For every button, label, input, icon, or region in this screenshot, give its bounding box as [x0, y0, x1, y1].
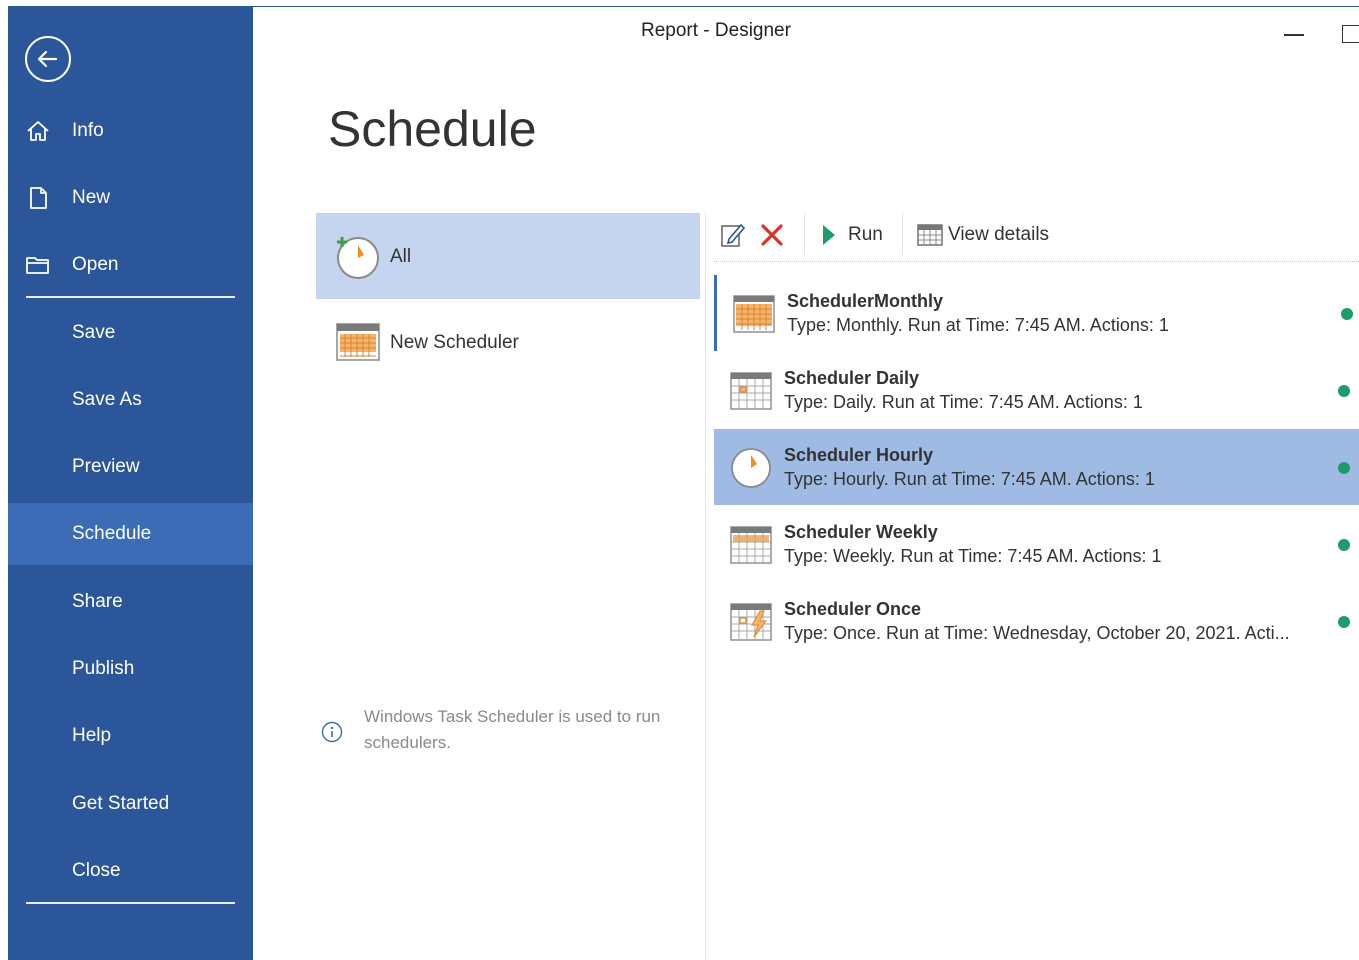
- sidebar-item-save[interactable]: Save: [8, 302, 253, 364]
- edit-icon[interactable]: [719, 221, 747, 249]
- toolbar-separator: [902, 213, 903, 255]
- sidebar-item-label: Save: [72, 322, 116, 343]
- back-button[interactable]: [25, 36, 71, 82]
- sidebar-item-save-as[interactable]: Save As: [8, 369, 253, 431]
- new-document-icon: [30, 187, 47, 209]
- play-icon: [823, 225, 835, 245]
- sidebar-item-schedule[interactable]: Schedule: [8, 503, 253, 565]
- clock-icon: [731, 448, 771, 488]
- sidebar-divider: [26, 902, 235, 904]
- status-dot: [1338, 616, 1350, 628]
- sidebar-item-preview[interactable]: Preview: [8, 436, 253, 498]
- info-icon: [321, 721, 343, 743]
- sidebar-item-label: Preview: [72, 456, 140, 477]
- minimize-button[interactable]: [1284, 34, 1304, 36]
- sidebar-divider: [26, 296, 235, 298]
- sidebar-item-label: Open: [72, 254, 119, 275]
- scheduler-name: Scheduler Weekly: [784, 522, 938, 542]
- sidebar-item-help[interactable]: Help: [8, 705, 253, 767]
- filter-all[interactable]: All: [316, 213, 700, 299]
- run-button[interactable]: Run: [816, 219, 896, 251]
- scheduler-row-daily[interactable]: Scheduler Daily Type: Daily. Run at Time…: [714, 352, 1359, 428]
- calendar-once-icon: [730, 603, 772, 641]
- sidebar-item-open[interactable]: Open: [8, 234, 253, 296]
- calendar-icon: [336, 323, 380, 361]
- clock-add-icon: [337, 237, 379, 279]
- sidebar-item-label: Get Started: [72, 793, 170, 814]
- scheduler-name: Scheduler Hourly: [784, 445, 934, 465]
- scheduler-toolbar: Run View details: [714, 213, 1359, 263]
- scheduler-name: Scheduler Once: [784, 599, 922, 619]
- view-details-label: View details: [948, 224, 1050, 245]
- sidebar-item-label: Info: [72, 120, 104, 141]
- page-title: Schedule: [328, 101, 537, 157]
- sidebar-item-info[interactable]: Info: [8, 100, 253, 162]
- sidebar-item-publish[interactable]: Publish: [8, 638, 253, 700]
- sidebar-item-label: Schedule: [72, 523, 152, 544]
- sidebar-item-label: Help: [72, 725, 112, 746]
- sidebar-item-label: Publish: [72, 658, 135, 679]
- status-dot: [1341, 308, 1353, 320]
- scheduler-description: Type: Daily. Run at Time: 7:45 AM. Actio…: [784, 392, 1143, 412]
- sidebar-item-share[interactable]: Share: [8, 571, 253, 633]
- sidebar-item-label: Share: [72, 591, 123, 612]
- backstage-sidebar: Info New Open Save Save As Preview Sched…: [8, 7, 253, 960]
- calendar-monthly-icon: [733, 295, 775, 333]
- scheduler-description: Type: Weekly. Run at Time: 7:45 AM. Acti…: [784, 546, 1162, 566]
- filter-new-scheduler-label: New Scheduler: [390, 332, 519, 353]
- toolbar-bottom-border: [714, 261, 1359, 262]
- scheduler-description: Type: Hourly. Run at Time: 7:45 AM. Acti…: [784, 469, 1155, 489]
- scheduler-name: Scheduler Daily: [784, 368, 920, 388]
- scheduler-description: Type: Once. Run at Time: Wednesday, Octo…: [784, 623, 1290, 643]
- scheduler-description: Type: Monthly. Run at Time: 7:45 AM. Act…: [787, 315, 1169, 335]
- scheduler-row-monthly[interactable]: SchedulerMonthly Type: Monthly. Run at T…: [714, 275, 1359, 351]
- info-note-text: Windows Task Scheduler is used to run sc…: [364, 707, 661, 752]
- scheduler-row-once[interactable]: Scheduler Once Type: Once. Run at Time: …: [714, 583, 1359, 659]
- window-title: Report - Designer: [641, 20, 791, 41]
- sidebar-item-close[interactable]: Close: [8, 840, 253, 902]
- scheduler-row-hourly[interactable]: Scheduler Hourly Type: Hourly. Run at Ti…: [714, 429, 1359, 505]
- calendar-daily-icon: [730, 372, 772, 410]
- delete-icon[interactable]: [758, 221, 786, 249]
- filter-new-scheduler[interactable]: New Scheduler: [316, 310, 700, 376]
- calendar-details-icon: [917, 224, 943, 246]
- scheduler-name: SchedulerMonthly: [787, 291, 944, 311]
- maximize-button[interactable]: [1342, 25, 1359, 43]
- status-dot: [1338, 539, 1350, 551]
- sidebar-item-label: New: [72, 187, 111, 208]
- sidebar-item-label: Save As: [72, 389, 142, 410]
- calendar-weekly-icon: [730, 526, 772, 564]
- filter-all-label: All: [390, 246, 412, 267]
- run-label: Run: [848, 224, 883, 245]
- arrow-left-icon: [37, 50, 58, 68]
- home-icon: [27, 121, 49, 141]
- status-dot: [1338, 462, 1350, 474]
- panel-divider: [705, 213, 706, 960]
- scheduler-row-weekly[interactable]: Scheduler Weekly Type: Weekly. Run at Ti…: [714, 506, 1359, 582]
- sidebar-item-label: Close: [72, 860, 121, 881]
- sidebar-item-get-started[interactable]: Get Started: [8, 773, 253, 835]
- sidebar-item-new[interactable]: New: [8, 167, 253, 229]
- window-left-edge: [0, 0, 8, 960]
- toolbar-separator: [804, 213, 805, 255]
- status-dot: [1338, 385, 1350, 397]
- view-details-button[interactable]: View details: [914, 219, 1064, 251]
- folder-open-icon: [26, 257, 49, 274]
